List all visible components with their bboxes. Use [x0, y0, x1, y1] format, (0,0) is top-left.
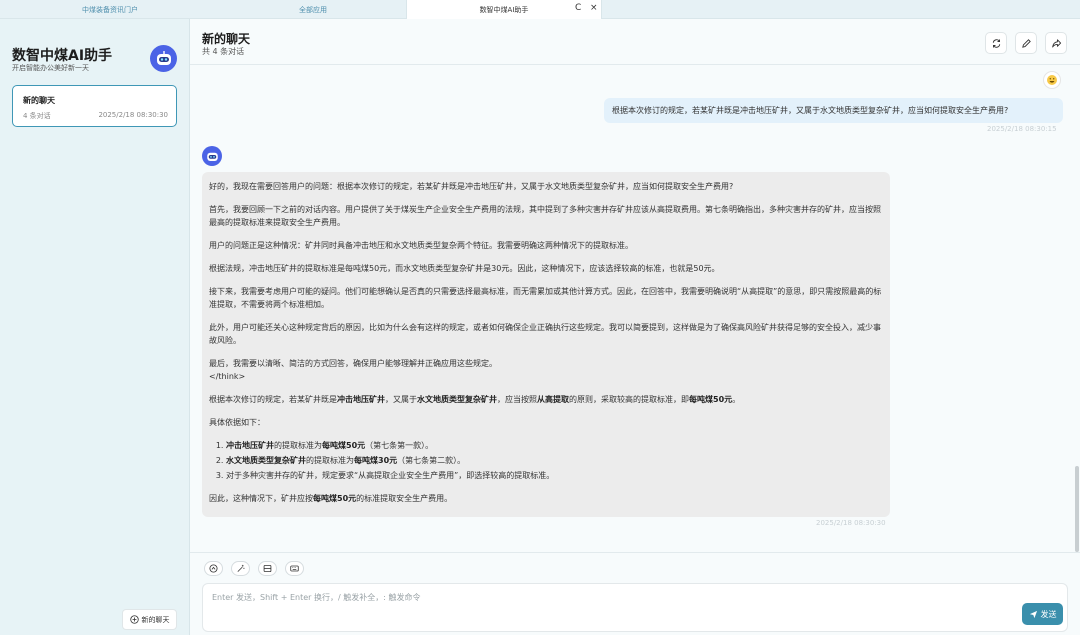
sidebar: 数智中煤AI助手 开启智能办公美好新一天 新的聊天 4 条对话 2025/2/1… [0, 19, 190, 635]
chat-title: 新的聊天 [202, 32, 251, 46]
edit-button[interactable] [1015, 32, 1037, 54]
assistant-text: 最后，我需要以清晰、简洁的方式回答，确保用户能够理解并正确应用这些规定。 [209, 359, 497, 368]
text-span: 的提取标准为 [306, 456, 354, 465]
bold-text: 每吨煤50元 [313, 494, 357, 503]
model-switch-button[interactable] [204, 561, 223, 576]
app-title: 数智中煤AI助手 [12, 48, 113, 64]
user-message-time: 2025/2/18 08:30:15 [987, 125, 1057, 133]
tab-portal[interactable]: 中煤装备资讯门户 [0, 0, 220, 19]
input-area: 发送 [190, 552, 1080, 635]
bold-text: 水文地质类型复杂矿井 [417, 395, 497, 404]
assistant-message-bubble: 好的，我现在需要回答用户的问题：根据本次修订的规定，若某矿井既是冲击地压矿井，又… [202, 172, 890, 517]
assistant-paragraph: 根据法规，冲击地压矿井的提取标准是每吨煤50元，而水文地质类型复杂矿井是30元。… [209, 264, 720, 273]
assistant-paragraph: 用户的问题正是这种情况：矿井同时具备冲击地压和水文地质类型复杂两个特征。我需要明… [209, 241, 633, 250]
bold-text: 冲击地压矿井 [337, 395, 385, 404]
bold-text: 从高提取 [537, 395, 569, 404]
share-button[interactable] [1045, 32, 1067, 54]
close-icon[interactable]: × [590, 3, 598, 13]
text-span: 。 [732, 395, 741, 404]
magic-wand-icon [237, 564, 245, 572]
bold-text: 每吨煤50元 [322, 441, 366, 450]
bold-text: 每吨煤30元 [354, 456, 398, 465]
tab-label: 中煤装备资讯门户 [82, 5, 138, 14]
chat-header: 新的聊天 共 4 条对话 [190, 19, 1080, 65]
app-subtitle: 开启智能办公美好新一天 [12, 64, 89, 72]
assistant-paragraph: 最后，我需要以清晰、简洁的方式回答，确保用户能够理解并正确应用这些规定。 </t… [209, 357, 883, 383]
plus-circle-icon [129, 615, 139, 624]
send-label: 发送 [1040, 609, 1057, 619]
list-item: 水文地质类型复杂矿井的提取标准为每吨煤30元（第七条第二款）。 [226, 454, 883, 467]
user-message-text: 根据本次修订的规定，若某矿井既是冲击地压矿井，又属于水文地质类型复杂矿井，应当如… [612, 106, 1009, 115]
text-span: ，应当按照 [497, 395, 537, 404]
conversation-count: 4 条对话 [23, 112, 51, 120]
text-span: 因此，这种情况下，矿井应按 [209, 494, 313, 503]
scrollbar-thumb[interactable] [1075, 466, 1079, 552]
text-span: 的提取标准为 [274, 441, 322, 450]
robot-icon [206, 152, 218, 161]
new-chat-button[interactable]: 新的聊天 [122, 609, 177, 630]
conversation-title: 新的聊天 [23, 96, 55, 105]
text-span: （第七条第一款）。 [365, 441, 434, 450]
chat-input[interactable] [212, 590, 992, 604]
send-button[interactable]: 发送 [1022, 603, 1063, 625]
conversation-card[interactable]: 新的聊天 4 条对话 2025/2/18 08:30:30 [12, 85, 177, 127]
list-item: 对于多种灾害并存的矿井，规定要求“从高提取企业安全生产费用”，即选择较高的提取标… [226, 469, 883, 482]
mask-button[interactable] [258, 561, 277, 576]
assistant-answer: 根据本次修订的规定，若某矿井既是冲击地压矿井，又属于水文地质类型复杂矿井，应当按… [209, 393, 883, 406]
assistant-message-time: 2025/2/18 08:30:30 [816, 519, 886, 527]
pencil-icon [1021, 38, 1031, 48]
bold-text: 冲击地压矿井 [226, 441, 274, 450]
chat-input-box: 发送 [202, 583, 1068, 632]
prompt-button[interactable] [231, 561, 250, 576]
refresh-icon [992, 38, 1000, 48]
bold-text: 每吨煤50元 [689, 395, 733, 404]
refresh-button[interactable] [985, 32, 1007, 54]
text-span: 的原则，采取较高的提取标准，即 [569, 395, 689, 404]
text-span: 的标准提取安全生产费用。 [356, 494, 453, 503]
layout-icon [263, 564, 272, 573]
tab-bar: 中煤装备资讯门户 全部应用 数智中煤AI助手 C × [0, 0, 1080, 19]
send-icon [1029, 610, 1037, 618]
share-icon [1051, 38, 1061, 47]
keyboard-icon [290, 565, 299, 572]
refresh-icon[interactable]: C [575, 3, 581, 13]
tab-label: 数智中煤AI助手 [479, 5, 529, 14]
assistant-paragraph: 首先，我要回顾一下之前的对话内容。用户提供了关于煤炭生产企业安全生产费用的法规，… [209, 205, 881, 227]
text-span: ，又属于 [385, 395, 417, 404]
new-chat-label: 新的聊天 [141, 615, 170, 624]
user-message-bubble: 根据本次修订的规定，若某矿井既是冲击地压矿井，又属于水文地质类型复杂矿井，应当如… [604, 98, 1063, 123]
assistant-conclusion: 因此，这种情况下，矿井应按每吨煤50元的标准提取安全生产费用。 [209, 492, 883, 505]
tab-label: 全部应用 [299, 5, 327, 14]
tab-all-apps[interactable]: 全部应用 [220, 0, 406, 19]
chat-message-count: 共 4 条对话 [202, 47, 245, 56]
shortcut-button[interactable] [285, 561, 304, 576]
basis-list: 冲击地压矿井的提取标准为每吨煤50元（第七条第一款）。 水文地质类型复杂矿井的提… [226, 439, 883, 482]
assistant-paragraph: 具体依据如下： [209, 418, 265, 427]
text-span: （第七条第二款）。 [397, 456, 466, 465]
assistant-avatar [202, 146, 222, 166]
assistant-paragraph: 接下来，我需要考虑用户可能的疑问。他们可能想确认是否真的只需要选择最高标准，而无… [209, 287, 882, 309]
conversation-time: 2025/2/18 08:30:30 [98, 111, 168, 119]
think-end-tag: </think> [209, 372, 246, 381]
assistant-paragraph: 此外，用户可能还关心这种规定背后的原因，比如为什么会有这样的规定，或者如何确保企… [209, 323, 881, 345]
text-span: 根据本次修订的规定，若某矿井既是 [209, 395, 337, 404]
list-item: 冲击地压矿井的提取标准为每吨煤50元（第七条第一款）。 [226, 439, 883, 452]
circle-arrow-icon [209, 564, 218, 573]
assistant-paragraph: 好的，我现在需要回答用户的问题：根据本次修订的规定，若某矿井既是冲击地压矿井，又… [209, 182, 734, 191]
bold-text: 水文地质类型复杂矿井 [226, 456, 306, 465]
smiley-icon [1047, 75, 1057, 85]
tab-ai-assistant[interactable]: 数智中煤AI助手 C × [406, 0, 602, 19]
user-avatar [1043, 71, 1061, 89]
robot-logo-icon [150, 45, 177, 72]
